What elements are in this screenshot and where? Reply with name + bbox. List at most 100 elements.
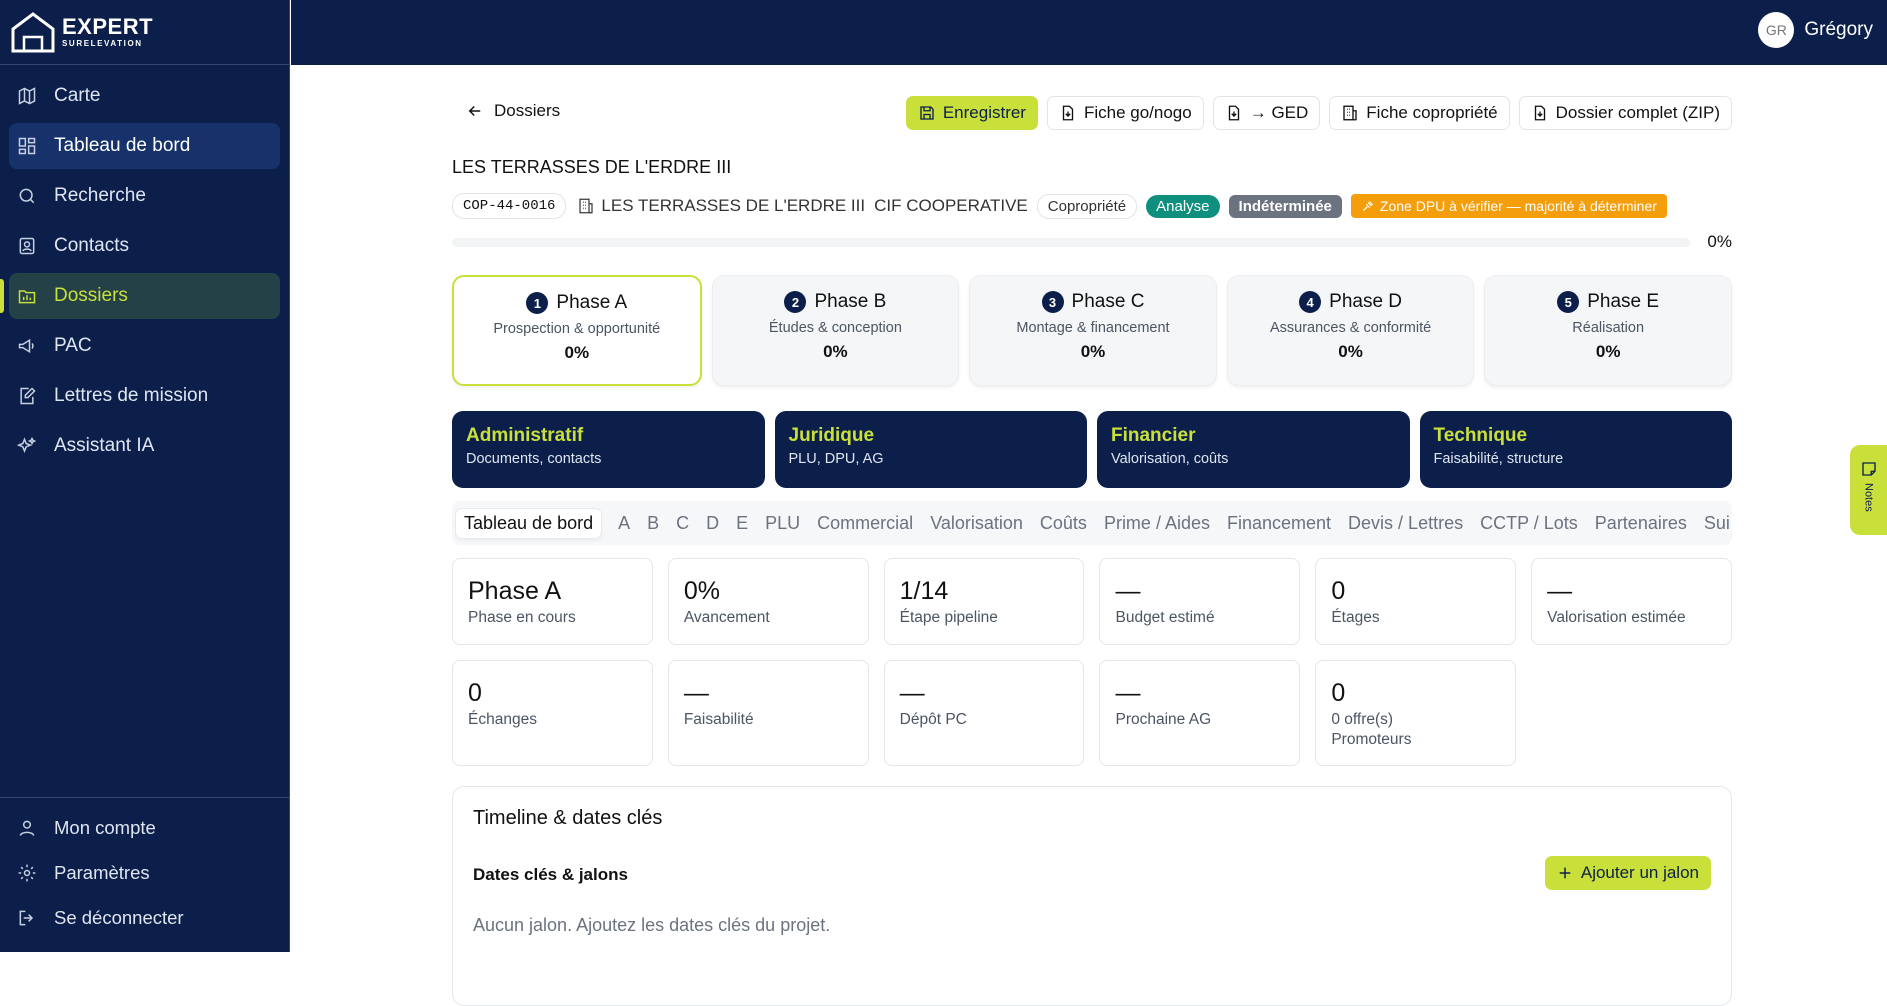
save-icon xyxy=(920,106,934,120)
tab-prime-aides[interactable]: Prime / Aides xyxy=(1104,513,1210,534)
header-actions: Enregistrer Fiche go/nogo → GED Fiche co… xyxy=(905,96,1732,130)
fiche-copropriete-button[interactable]: Fiche copropriété xyxy=(1329,96,1510,130)
sidebar-item-pac[interactable]: PAC xyxy=(9,323,280,369)
tab-b[interactable]: B xyxy=(647,513,659,534)
stat-card-prochaine-ag: — Prochaine AG xyxy=(1099,660,1301,766)
notes-tab[interactable]: Notes xyxy=(1850,445,1887,535)
tab-a[interactable]: A xyxy=(618,513,630,534)
file-download-icon xyxy=(1534,105,1545,121)
sidebar-item-parametres[interactable]: Paramètres xyxy=(9,852,280,893)
phase-card-a[interactable]: 1 Phase A Prospection & opportunité 0% xyxy=(452,275,702,386)
sidebar-bottom: Mon compte Paramètres Se déconnecter xyxy=(0,797,289,942)
app-logo[interactable]: EXPERT SURELEVATION xyxy=(0,0,289,65)
phase-name: Phase D xyxy=(1329,291,1403,312)
sidebar-item-lettres-de-mission[interactable]: Lettres de mission xyxy=(9,373,280,419)
sidebar-item-label: Lettres de mission xyxy=(54,385,209,406)
timeline-panel: Timeline & dates clés Dates clés & jalon… xyxy=(452,786,1732,1006)
phase-subtitle: Réalisation xyxy=(1572,320,1645,336)
sidebar-item-se-deconnecter[interactable]: Se déconnecter xyxy=(9,897,280,938)
phase-card-c[interactable]: 3 Phase C Montage & financement 0% xyxy=(969,275,1217,386)
sidebar-item-recherche[interactable]: Recherche xyxy=(9,173,280,219)
sidebar-item-dossiers[interactable]: Dossiers xyxy=(0,273,280,319)
phase-card-b[interactable]: 2 Phase B Études & conception 0% xyxy=(711,275,960,386)
megaphone-icon xyxy=(18,338,34,354)
user-menu[interactable]: GR Grégory xyxy=(1758,12,1873,48)
stat-label: Dépôt PC xyxy=(899,711,967,728)
stat-label: Phase en cours xyxy=(468,609,576,626)
phase-percent: 0% xyxy=(1338,342,1363,361)
tab-suivi[interactable]: Sui xyxy=(1704,513,1730,534)
tab-commercial[interactable]: Commercial xyxy=(817,513,913,534)
sidebar-item-tableau-de-bord[interactable]: Tableau de bord xyxy=(9,123,280,169)
back-label: Dossiers xyxy=(494,101,561,120)
dossier-complet-zip-button[interactable]: Dossier complet (ZIP) xyxy=(1518,96,1732,130)
sidebar-item-carte[interactable]: Carte xyxy=(9,73,280,119)
category-technique[interactable]: Technique Faisabilité, structure xyxy=(1419,411,1732,488)
stat-card-phase: Phase A Phase en cours xyxy=(452,558,653,645)
tab-plu[interactable]: PLU xyxy=(765,513,800,534)
stat-value: — xyxy=(899,679,925,707)
stat-value: 0 xyxy=(1331,577,1346,605)
ged-button[interactable]: → GED xyxy=(1212,96,1321,130)
progress-label: 0% xyxy=(1707,232,1732,251)
stat-card-depot-pc: — Dépôt PC xyxy=(883,660,1085,766)
stat-card-promoteurs: 0 0 offre(s) Promoteurs xyxy=(1315,660,1517,766)
sidebar-item-assistant-ia[interactable]: Assistant IA xyxy=(9,423,280,469)
back-to-dossiers-link[interactable]: Dossiers xyxy=(466,101,560,121)
tab-c[interactable]: C xyxy=(676,513,689,534)
avatar: GR xyxy=(1758,12,1795,48)
file-download-icon xyxy=(1062,105,1074,121)
stat-card-valorisation: — Valorisation estimée xyxy=(1531,558,1732,645)
tab-tableau-de-bord[interactable]: Tableau de bord xyxy=(456,508,602,538)
building-label: LES TERRASSES DE L'ERDRE III xyxy=(601,196,866,215)
sidebar-item-label: Carte xyxy=(54,85,101,106)
sidebar-item-mon-compte[interactable]: Mon compte xyxy=(9,807,280,848)
logo-main-text: EXPERT xyxy=(62,14,154,39)
tab-couts[interactable]: Coûts xyxy=(1040,513,1087,534)
tab-partenaires[interactable]: Partenaires xyxy=(1595,513,1687,534)
tab-financement[interactable]: Financement xyxy=(1227,513,1331,534)
sidebar-item-label: PAC xyxy=(54,335,92,356)
dossier-code-badge: COP-44-0016 xyxy=(452,193,567,219)
ged-label: → GED xyxy=(1249,103,1309,122)
category-juridique[interactable]: Juridique PLU, DPU, AG xyxy=(774,411,1087,488)
stat-value: Phase A xyxy=(468,577,562,605)
category-financier[interactable]: Financier Valorisation, coûts xyxy=(1097,411,1410,488)
sidebar-item-label: Se déconnecter xyxy=(54,906,184,928)
map-icon xyxy=(18,87,36,105)
building-icon xyxy=(1343,105,1357,121)
stat-card-faisabilite: — Faisabilité xyxy=(667,660,869,766)
timeline-subtitle: Dates clés & jalons xyxy=(473,865,628,884)
save-button[interactable]: Enregistrer xyxy=(905,96,1038,130)
sidebar-item-label: Contacts xyxy=(54,235,129,256)
dossier-complet-label: Dossier complet (ZIP) xyxy=(1555,103,1720,122)
stat-card-etape: 1/14 Étape pipeline xyxy=(883,558,1085,645)
stat-label: 0 offre(s) xyxy=(1331,711,1394,728)
stat-value: — xyxy=(1115,577,1141,605)
fiche-go-nogo-label: Fiche go/nogo xyxy=(1083,103,1192,122)
stat-label: Étages xyxy=(1331,609,1380,626)
sidebar-nav: Carte Tableau de bord Recherche Contacts… xyxy=(0,65,289,469)
logout-icon xyxy=(19,910,34,925)
phase-number: 4 xyxy=(1299,291,1322,313)
phase-card-d[interactable]: 4 Phase D Assurances & conformité 0% xyxy=(1226,275,1475,386)
category-administratif[interactable]: Administratif Documents, contacts xyxy=(452,411,765,488)
stat-value: — xyxy=(1547,577,1573,605)
stat-label: Avancement xyxy=(683,609,770,626)
document-edit-icon xyxy=(20,387,36,405)
tab-devis-lettres[interactable]: Devis / Lettres xyxy=(1348,513,1463,534)
add-milestone-button[interactable]: Ajouter un jalon xyxy=(1544,856,1711,890)
tab-e[interactable]: E xyxy=(736,513,748,534)
tab-cctp-lots[interactable]: CCTP / Lots xyxy=(1480,513,1578,534)
timeline-title: Timeline & dates clés xyxy=(473,807,663,829)
fiche-go-nogo-button[interactable]: Fiche go/nogo xyxy=(1046,96,1204,130)
tab-valorisation[interactable]: Valorisation xyxy=(930,513,1023,534)
category-subtitle: Documents, contacts xyxy=(466,451,602,467)
sidebar-item-contacts[interactable]: Contacts xyxy=(9,223,280,269)
tab-d[interactable]: D xyxy=(706,513,719,534)
phase-card-e[interactable]: 5 Phase E Réalisation 0% xyxy=(1484,275,1732,386)
stat-label: Budget estimé xyxy=(1115,609,1215,626)
status-badge: Analyse xyxy=(1146,194,1220,218)
add-milestone-label: Ajouter un jalon xyxy=(1580,863,1699,882)
category-title: Financier xyxy=(1111,425,1196,446)
